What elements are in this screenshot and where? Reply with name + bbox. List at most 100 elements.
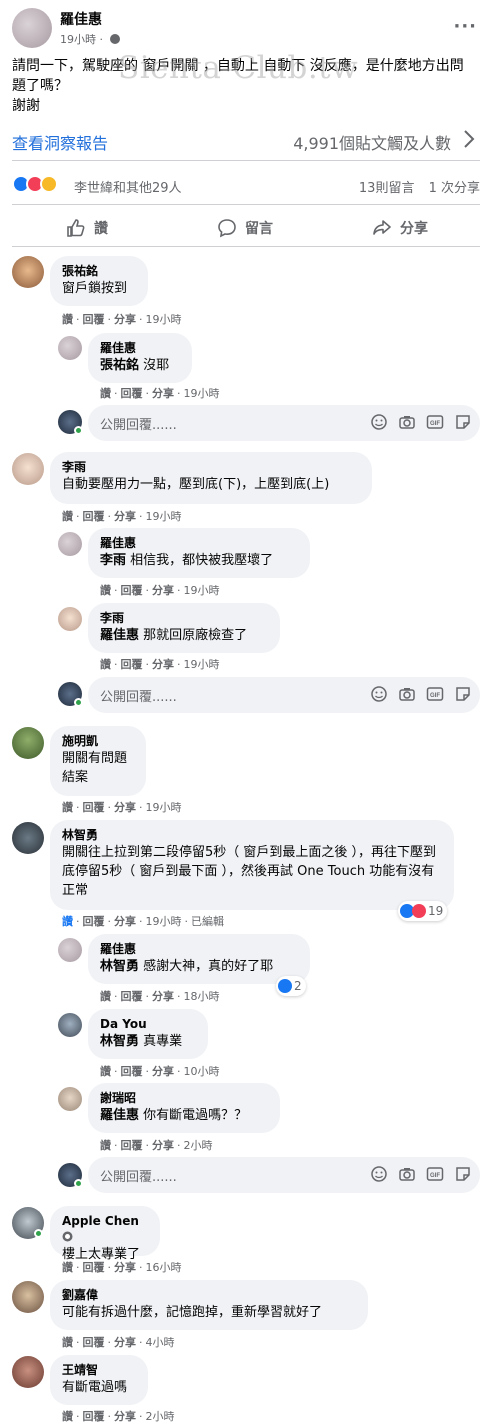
comment-reply-link[interactable]: 回覆 xyxy=(83,313,105,326)
comment-share-link[interactable]: 分享 xyxy=(114,1336,136,1349)
reply-share-link[interactable]: 分享 xyxy=(152,1065,174,1078)
gif-icon[interactable]: GIF xyxy=(426,413,444,431)
comment-like-link[interactable]: 讚 xyxy=(62,313,73,326)
post-author-name[interactable]: 羅佳惠 xyxy=(60,9,102,29)
reply-author-name[interactable]: 羅佳惠 xyxy=(100,941,298,957)
emoji-icon[interactable] xyxy=(370,413,388,431)
comment-reply-link[interactable]: 回覆 xyxy=(83,1336,105,1349)
reply-author-name[interactable]: 羅佳惠 xyxy=(100,535,298,551)
reply-share-link[interactable]: 分享 xyxy=(152,1139,174,1152)
comment-share-link[interactable]: 分享 xyxy=(114,801,136,814)
reply-author-name[interactable]: Da You xyxy=(100,1016,196,1032)
mention-tag[interactable]: 林智勇 xyxy=(100,1034,139,1049)
commenter-name[interactable]: 王靖智 xyxy=(62,1362,136,1378)
comment-reply-link[interactable]: 回覆 xyxy=(83,510,105,523)
post-timestamp[interactable]: 19小時 · xyxy=(60,31,120,47)
reply-share-link[interactable]: 分享 xyxy=(152,658,174,671)
comment-like-link[interactable]: 讚 xyxy=(62,801,73,814)
commenter-name[interactable]: 劉嘉偉 xyxy=(62,1287,356,1303)
emoji-icon[interactable] xyxy=(370,685,388,703)
comment-reply-link[interactable]: 回覆 xyxy=(83,1410,105,1423)
reply-input[interactable]: 公開回覆...... GIF xyxy=(88,405,480,441)
emoji-icon[interactable] xyxy=(370,1165,388,1183)
mention-tag[interactable]: 羅佳惠 xyxy=(100,1108,139,1123)
share-button[interactable]: 分享 xyxy=(372,216,428,240)
mention-tag[interactable]: 林智勇 xyxy=(100,959,139,974)
comment-time[interactable]: 19小時 xyxy=(146,313,182,326)
comment-reply-link[interactable]: 回覆 xyxy=(83,801,105,814)
commenter-avatar[interactable] xyxy=(12,1281,44,1313)
reply-reply-link[interactable]: 回覆 xyxy=(121,387,143,400)
commenter-name[interactable]: 李雨 xyxy=(62,459,360,475)
comment-button[interactable]: 留言 xyxy=(217,216,273,240)
comment-reply-link[interactable]: 回覆 xyxy=(83,915,105,928)
post-time[interactable]: 19小時 xyxy=(60,33,96,46)
reply-like-link[interactable]: 讚 xyxy=(100,1065,111,1078)
reply-like-link[interactable]: 讚 xyxy=(100,387,111,400)
reply-avatar[interactable] xyxy=(58,938,82,962)
reply-time[interactable]: 19小時 xyxy=(184,584,220,597)
reply-input[interactable]: 公開回覆...... GIF xyxy=(88,677,480,713)
comment-like-link[interactable]: 讚 xyxy=(62,1410,73,1423)
comment-time[interactable]: 16小時 xyxy=(146,1261,182,1274)
comment-like-link[interactable]: 讚 xyxy=(62,915,73,928)
reactors-text[interactable]: 李世緯和其他29人 xyxy=(74,177,182,196)
comment-count[interactable]: 13則留言 xyxy=(359,181,415,196)
reply-share-link[interactable]: 分享 xyxy=(152,990,174,1003)
reply-avatar[interactable] xyxy=(58,336,82,360)
camera-icon[interactable] xyxy=(398,1165,416,1183)
commenter-name[interactable]: 施明凱 xyxy=(62,733,134,749)
comment-time[interactable]: 4小時 xyxy=(146,1336,175,1349)
reply-like-link[interactable]: 讚 xyxy=(100,584,111,597)
camera-icon[interactable] xyxy=(398,413,416,431)
sticker-icon[interactable] xyxy=(454,413,472,431)
reply-reply-link[interactable]: 回覆 xyxy=(121,584,143,597)
reply-author-name[interactable]: 李雨 xyxy=(100,610,268,626)
gif-icon[interactable]: GIF xyxy=(426,1165,444,1183)
reply-time[interactable]: 19小時 xyxy=(184,387,220,400)
reply-time[interactable]: 18小時 xyxy=(184,990,220,1003)
reply-reply-link[interactable]: 回覆 xyxy=(121,1065,143,1078)
camera-icon[interactable] xyxy=(398,685,416,703)
reply-avatar[interactable] xyxy=(58,1087,82,1111)
commenter-avatar[interactable] xyxy=(12,822,44,854)
view-insights-link[interactable]: 查看洞察報告 xyxy=(12,130,108,154)
commenter-avatar[interactable] xyxy=(12,256,44,288)
sticker-icon[interactable] xyxy=(454,685,472,703)
comment-share-link[interactable]: 分享 xyxy=(114,510,136,523)
edited-label[interactable]: 已編輯 xyxy=(191,915,224,928)
comment-share-link[interactable]: 分享 xyxy=(114,1261,136,1274)
comment-time[interactable]: 2小時 xyxy=(146,1410,175,1423)
comment-reply-link[interactable]: 回覆 xyxy=(83,1261,105,1274)
comment-time[interactable]: 19小時 xyxy=(146,510,182,523)
reply-like-link[interactable]: 讚 xyxy=(100,990,111,1003)
more-options-icon[interactable]: ··· xyxy=(453,16,477,37)
comment-like-link[interactable]: 讚 xyxy=(62,1261,73,1274)
comment-like-link[interactable]: 讚 xyxy=(62,510,73,523)
mention-tag[interactable]: 張祐銘 xyxy=(100,358,139,373)
post-author-avatar[interactable] xyxy=(12,8,52,48)
reply-reply-link[interactable]: 回覆 xyxy=(121,1139,143,1152)
reply-time[interactable]: 2小時 xyxy=(184,1139,213,1152)
reply-avatar[interactable] xyxy=(58,607,82,631)
sticker-icon[interactable] xyxy=(454,1165,472,1183)
reply-reply-link[interactable]: 回覆 xyxy=(121,658,143,671)
comment-time[interactable]: 19小時 xyxy=(146,915,182,928)
chevron-right-icon[interactable] xyxy=(463,130,475,148)
commenter-avatar[interactable] xyxy=(12,1356,44,1388)
reply-reply-link[interactable]: 回覆 xyxy=(121,990,143,1003)
commenter-avatar[interactable] xyxy=(12,727,44,759)
comment-share-link[interactable]: 分享 xyxy=(114,915,136,928)
commenter-name[interactable]: Apple Chen xyxy=(62,1214,139,1228)
reply-like-link[interactable]: 讚 xyxy=(100,658,111,671)
mention-tag[interactable]: 羅佳惠 xyxy=(100,628,139,643)
reply-like-link[interactable]: 讚 xyxy=(100,1139,111,1152)
reply-input[interactable]: 公開回覆...... GIF xyxy=(88,1157,480,1193)
reply-time[interactable]: 19小時 xyxy=(184,658,220,671)
comment-reactions[interactable]: 19 xyxy=(398,901,448,921)
reply-author-name[interactable]: 謝瑞昭 xyxy=(100,1090,268,1106)
commenter-avatar[interactable] xyxy=(12,453,44,485)
comment-time[interactable]: 19小時 xyxy=(146,801,182,814)
commenter-name[interactable]: 林智勇 xyxy=(62,827,442,843)
reply-reactions[interactable]: 2 xyxy=(276,976,306,996)
